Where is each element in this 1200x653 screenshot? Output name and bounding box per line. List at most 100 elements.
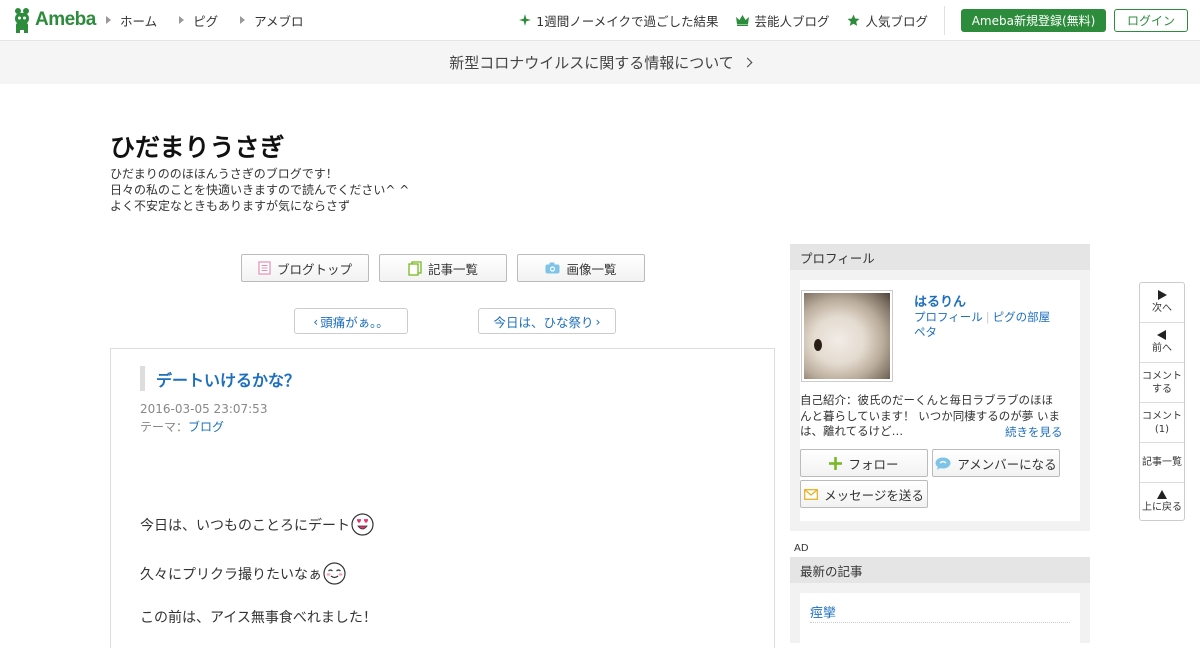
- floating-nav: 次へ 前へ コメント する コメント (1) 記事一覧 上に戻る: [1139, 282, 1185, 521]
- star-icon: [848, 14, 860, 26]
- ameba-mascot-icon: [15, 8, 29, 33]
- nav-left: ホーム ピグ アメブロ: [106, 0, 326, 40]
- prev-entry-button[interactable]: ‹ 頭痛がぁ。。: [294, 308, 408, 334]
- comments-label-line1: コメント: [1142, 410, 1182, 422]
- recent-inner: [800, 593, 1080, 653]
- comments-count-button[interactable]: コメント (1): [1140, 403, 1184, 443]
- follow-button[interactable]: フォロー: [800, 449, 928, 477]
- message-label: メッセージを送る: [824, 487, 924, 503]
- caret-right-icon: [240, 16, 246, 24]
- next-label: 次へ: [1152, 303, 1172, 314]
- nav-item-label: 人気ブログ: [865, 13, 928, 29]
- global-header: Ameba ホーム ピグ アメブロ 1週間ノーメイクで過ごした結果 芸能人ブログ…: [0, 0, 1200, 41]
- play-right-icon: [1158, 290, 1167, 300]
- back-to-top-button[interactable]: 上に戻る: [1140, 483, 1184, 520]
- notice-text: 新型コロナウイルスに関する情報について: [449, 54, 734, 72]
- header-divider: [944, 6, 945, 35]
- next-entry-label: 今日は、ひな祭り: [493, 314, 594, 330]
- article-body-text: 今日は、いつものことろにデート: [140, 517, 350, 534]
- blog-description: ひだまりののほほんうさぎのブログです！ 日々の私のことを快適いきますので読んでく…: [110, 166, 409, 214]
- next-button[interactable]: 次へ: [1140, 283, 1184, 323]
- recent-entry-link[interactable]: 痙攣: [810, 602, 836, 621]
- blog-tabs: ブログトップ 記事一覧 画像一覧: [241, 254, 655, 282]
- nav-item-celebrity-blog[interactable]: 芸能人ブログ: [736, 11, 829, 30]
- crown-icon: [736, 14, 750, 26]
- nav-item-label: ピグ: [193, 13, 219, 29]
- prev-entry-label: 頭痛がぁ。。: [320, 314, 389, 330]
- plus-icon: [829, 456, 843, 470]
- prev-button[interactable]: 前へ: [1140, 323, 1184, 363]
- ameba-logo[interactable]: Ameba: [12, 7, 96, 33]
- sparkle-icon: [519, 14, 532, 26]
- tab-label: 画像一覧: [566, 261, 617, 277]
- article-body-line: 今日は、いつものことろにデート: [140, 513, 374, 536]
- amember-button[interactable]: アメンバーになる: [932, 449, 1060, 477]
- arrow-up-icon: [1157, 489, 1167, 499]
- register-button[interactable]: Ameba新規登録(無料): [961, 9, 1106, 32]
- caret-right-icon: [106, 16, 111, 24]
- caret-right-icon: [179, 16, 185, 24]
- camera-icon: [545, 262, 560, 274]
- message-button[interactable]: メッセージを送る: [800, 480, 928, 508]
- blog-description-line: ひだまりののほほんうさぎのブログです！: [110, 167, 338, 181]
- avatar-image: [804, 293, 890, 379]
- blog-description-line: 日々の私のことを快適いきますので読んでください^ ^: [110, 183, 410, 197]
- nav-item-popular-blog[interactable]: 人気ブログ: [847, 11, 928, 30]
- pages-icon: [408, 260, 422, 276]
- chevron-right-icon: [742, 57, 753, 68]
- prev-label: 前へ: [1152, 343, 1172, 354]
- comment-label-line2: する: [1152, 383, 1172, 395]
- nav-item-ameblo[interactable]: アメブロ: [240, 11, 304, 30]
- next-entry-button[interactable]: 今日は、ひな祭り ›: [478, 308, 616, 334]
- nav-item-no-makeup[interactable]: 1週間ノーメイクで過ごした結果: [519, 11, 718, 30]
- chevron-right-icon: ›: [595, 313, 601, 329]
- amember-label: アメンバーになる: [957, 456, 1057, 472]
- tab-blog-top[interactable]: ブログトップ: [241, 254, 369, 282]
- article-date: 2016-03-05 23:07:53: [140, 402, 268, 416]
- article-body-text: この前は、アイス無事食べれました！: [140, 610, 377, 626]
- follow-label: フォロー: [848, 456, 899, 472]
- login-button[interactable]: ログイン: [1114, 9, 1188, 32]
- blog-description-line: よく不安定なときもありますが気にならさず: [110, 199, 351, 213]
- back-to-top-label: 上に戻る: [1142, 501, 1182, 513]
- recent-divider: [810, 622, 1070, 623]
- nav-item-home[interactable]: ホーム: [106, 11, 157, 30]
- document-icon: [258, 261, 271, 275]
- theme-link[interactable]: ブログ: [188, 420, 224, 434]
- nav-item-pig[interactable]: ピグ: [179, 11, 218, 30]
- blog-title[interactable]: ひだまりうさぎ: [110, 128, 285, 164]
- covid-notice-bar[interactable]: 新型コロナウイルスに関する情報について: [0, 41, 1200, 84]
- article-body-text: 久々にプリクラ撮りたいなぁ: [140, 566, 322, 583]
- tab-label: 記事一覧: [427, 261, 478, 277]
- article: デートいけるかな？ 2016-03-05 23:07:53 テーマ：ブログ 今日…: [110, 348, 775, 648]
- profile-heading: プロフィール: [790, 244, 1090, 270]
- smile-emoji-icon: [323, 562, 346, 585]
- ad-label: AD: [794, 543, 809, 554]
- article-body-line: 久々にプリクラ撮りたいなぁ: [140, 562, 346, 585]
- profile-name[interactable]: はるりん: [914, 291, 966, 310]
- profile-links: プロフィール | ピグの部屋 ペタ: [914, 310, 1050, 340]
- profile-box: はるりん プロフィール | ピグの部屋 ペタ 自己紹介：彼氏のだーくんと毎日ラブラブ…: [790, 270, 1090, 531]
- read-more-link[interactable]: 続きを見る: [1005, 424, 1063, 440]
- peta-link[interactable]: ペタ: [914, 325, 937, 339]
- avatar[interactable]: [801, 290, 893, 382]
- avatar-eye: [814, 339, 822, 351]
- tab-entry-list[interactable]: 記事一覧: [379, 254, 507, 282]
- article-title[interactable]: デートいけるかな？: [140, 366, 300, 391]
- tab-image-list[interactable]: 画像一覧: [517, 254, 645, 282]
- pig-room-link[interactable]: ピグの部屋: [993, 310, 1051, 324]
- nav-right: 1週間ノーメイクで過ごした結果 芸能人ブログ 人気ブログ: [501, 0, 928, 40]
- profile-inner: はるりん プロフィール | ピグの部屋 ペタ 自己紹介：彼氏のだーくんと毎日ラブラブ…: [800, 280, 1080, 521]
- entry-list-label: 記事一覧: [1142, 457, 1182, 468]
- tab-label: ブログトップ: [276, 261, 352, 277]
- profile-link[interactable]: プロフィール: [914, 310, 983, 324]
- nav-item-label: アメブロ: [254, 13, 304, 29]
- recent-heading: 最新の記事: [790, 557, 1090, 583]
- comments-count: (1): [1154, 423, 1170, 435]
- nav-item-label: 1週間ノーメイクで過ごした結果: [536, 13, 719, 29]
- envelope-icon: [804, 488, 819, 500]
- heart-eyes-emoji-icon: [351, 513, 374, 536]
- entry-list-button[interactable]: 記事一覧: [1140, 443, 1184, 483]
- write-comment-button[interactable]: コメント する: [1140, 363, 1184, 403]
- nav-item-label: ホーム: [120, 13, 158, 29]
